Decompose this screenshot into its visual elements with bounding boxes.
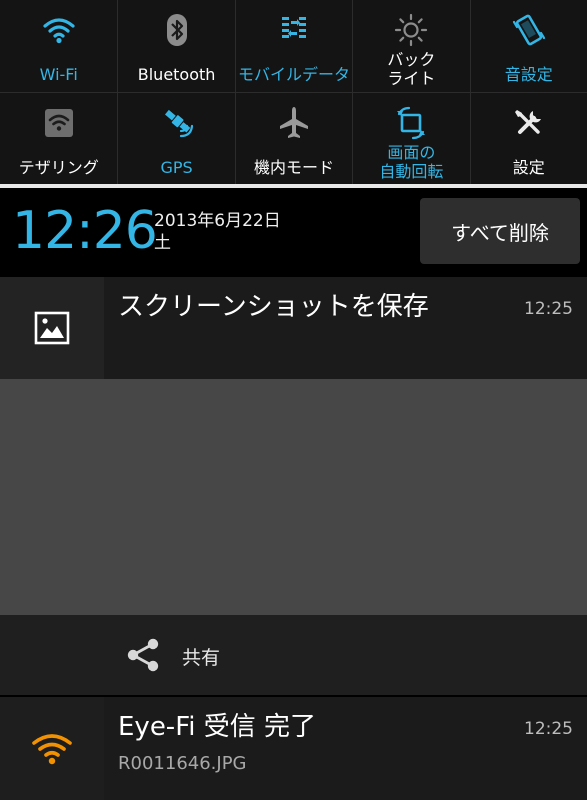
tile-backlight[interactable]: バック ライト (352, 0, 469, 92)
tile-settings[interactable]: 設定 (469, 93, 587, 185)
clock-time: 12:26 (12, 201, 158, 261)
tile-airplane-mode-label: 機内モード (253, 158, 334, 177)
tile-gps[interactable]: GPS (117, 93, 234, 185)
tile-mobile-data[interactable]: モバイルデータ (234, 0, 352, 92)
tile-tethering-label: テザリング (18, 158, 99, 177)
tile-wifi[interactable]: Wi-Fi (0, 0, 117, 92)
image-icon (34, 311, 70, 345)
notification-title: スクリーンショットを保存 (118, 292, 429, 322)
tile-wifi-label: Wi-Fi (39, 65, 78, 84)
notification-screenshot[interactable]: スクリーンショットを保存 12:25 (0, 277, 587, 379)
notification-subtitle: R0011646.JPG (118, 753, 247, 774)
tile-mobile-data-label: モバイルデータ (237, 65, 350, 84)
notification-icon-box (0, 277, 104, 379)
notification-time: 12:25 (524, 299, 573, 319)
quick-settings-row-1: Wi-Fi Bluetooth モバイルデータ バック ライト 音設定 (0, 0, 587, 92)
notification-icon-box (0, 697, 104, 800)
tools-icon (514, 110, 541, 134)
tile-sound[interactable]: 音設定 (469, 0, 587, 92)
gps-satellite-icon (164, 109, 193, 138)
notification-eyefi[interactable]: Eye-Fi 受信 完了 R0011646.JPG 12:25 (0, 697, 587, 800)
notification-header: 12:26 2013年6月22日 土 すべて削除 (0, 188, 587, 276)
date-line: 2013年6月22日 (154, 211, 281, 231)
tile-airplane-mode[interactable]: 機内モード (234, 93, 352, 185)
notification-title: Eye-Fi 受信 完了 (118, 712, 317, 742)
tile-sound-label: 音設定 (504, 65, 553, 84)
tile-bluetooth-label: Bluetooth (137, 65, 216, 84)
brightness-icon (395, 13, 428, 47)
airplane-icon (279, 107, 308, 138)
notification-time: 12:25 (524, 719, 573, 739)
clear-all-button[interactable]: すべて削除 (420, 198, 580, 264)
wifi-icon (43, 18, 75, 44)
auto-rotate-icon (397, 106, 426, 140)
tile-tethering[interactable]: テザリング (0, 93, 117, 185)
tile-auto-rotate[interactable]: 画面の 自動回転 (352, 93, 469, 185)
vibrate-phone-icon (512, 14, 545, 46)
wifi-orange-icon (32, 733, 72, 764)
weekday-line: 土 (154, 233, 171, 253)
quick-settings-row-2: テザリング GPS 機内モード 画面の 自動回転 設定 (0, 93, 587, 185)
share-icon (127, 638, 159, 672)
quick-settings-panel: Wi-Fi Bluetooth モバイルデータ バック ライト 音設定 テザリン… (0, 0, 587, 185)
share-action[interactable]: 共有 (0, 615, 587, 695)
date-display: 2013年6月22日 土 (154, 210, 281, 254)
tile-settings-label: 設定 (512, 158, 545, 177)
tile-auto-rotate-label: 画面の 自動回転 (379, 143, 444, 181)
tile-backlight-label: バック ライト (387, 50, 436, 88)
screenshot-preview[interactable] (0, 379, 587, 615)
tethering-icon (44, 109, 73, 137)
tile-gps-label: GPS (160, 158, 193, 177)
mobile-data-icon (281, 17, 306, 38)
bluetooth-icon (166, 14, 187, 46)
share-label: 共有 (182, 647, 221, 669)
tile-bluetooth[interactable]: Bluetooth (117, 0, 234, 92)
